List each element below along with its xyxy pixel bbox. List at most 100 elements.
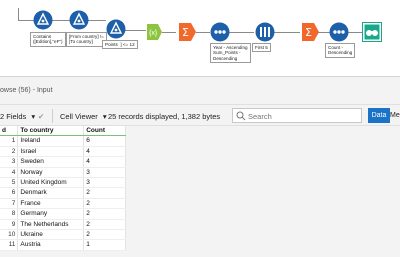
records-info: 25 records displayed, 1,382 bytes [108,112,221,121]
summarize-icon: Σ [179,23,196,41]
row-number: 4 [0,167,19,179]
sample-icon [255,22,275,42]
connection-wire [18,20,34,21]
annotation-sample: First 5 [252,43,271,53]
fields-dropdown[interactable]: 2 Fields ▾ [0,112,35,121]
cell-viewer-dropdown[interactable]: Cell Viewer ▾ [60,112,107,121]
to-country-cell[interactable]: Ukraine [17,229,85,241]
svg-text:{x}: {x} [149,30,158,37]
annotation-filter-3: Points ] <= 12 [102,40,138,50]
search-input[interactable] [248,111,358,121]
sort-icon [329,22,349,42]
annotation-filter-1: Contains ([Edition],"eF") [30,32,66,47]
connection-wire [196,32,210,33]
row-number: 2 [0,146,19,158]
sample-tool[interactable] [255,22,275,42]
to-country-cell[interactable]: The Netherlands [17,219,85,231]
row-number: 3 [0,156,19,168]
connection-wire [88,20,106,21]
count-cell[interactable]: 4 [83,156,126,168]
table-row[interactable]: 6 Denmark 2 [0,187,126,199]
connection-wire [124,30,146,31]
connection-wire [52,20,70,21]
sort-tool-2[interactable] [329,22,349,42]
row-number: 9 [0,219,19,231]
column-header-record[interactable]: d [0,126,19,137]
table-row[interactable]: 4 Norway 3 [0,167,126,179]
summarize-icon: Σ [302,23,319,41]
data-tab[interactable]: Data [368,108,390,123]
formula-icon: {x} [147,24,162,40]
summarize-tool-2[interactable]: Σ [300,22,320,42]
to-country-cell[interactable]: France [17,198,85,210]
to-country-cell[interactable]: Ireland [17,135,85,147]
results-toolbar: 2 Fields ▾ ✔ Cell Viewer ▾ 25 records di… [0,104,400,126]
table-row[interactable]: 8 Germany 2 [0,208,126,220]
connection-wire [228,32,254,33]
to-country-cell[interactable]: Sweden [17,156,85,168]
row-number: 11 [0,239,19,251]
sort-icon [210,22,230,42]
count-cell[interactable]: 2 [83,229,126,241]
table-row[interactable]: 10 Ukraine 2 [0,229,126,241]
count-cell[interactable]: 2 [83,198,126,210]
results-title: owse (56) - Input [0,87,53,94]
chevron-down-icon: ▾ [102,112,107,121]
table-row[interactable]: 5 United Kingdom 3 [0,177,126,189]
to-country-cell[interactable]: Denmark [17,187,85,199]
to-country-cell[interactable]: Germany [17,208,85,220]
app-window: {x} Σ Σ Contains ([Edition],"eF") [From … [0,0,400,257]
workflow-canvas[interactable]: {x} Σ Σ Contains ([Edition],"eF") [From … [0,0,400,76]
connection-wire [18,8,19,20]
check-icon[interactable]: ✔ [38,112,44,121]
metadata-tab[interactable]: Me [390,108,400,123]
search-box[interactable] [232,108,362,123]
to-country-cell[interactable]: Norway [17,167,85,179]
count-cell[interactable]: 2 [83,219,126,231]
table-row[interactable]: 7 France 2 [0,198,126,210]
filter-icon [106,19,126,39]
filter-tool-2[interactable] [69,10,89,30]
row-number: 7 [0,198,19,210]
table-row[interactable]: 11 Austria 1 [0,239,126,251]
count-cell[interactable]: 2 [83,208,126,220]
annotation-sort-1: Year - Ascending Sum_Points - Descending [210,43,251,64]
to-country-cell[interactable]: United Kingdom [17,177,85,189]
filter-icon [69,10,89,30]
count-cell[interactable]: 6 [83,135,126,147]
filter-icon [33,10,53,30]
filter-tool-1[interactable] [33,10,53,30]
table-row[interactable]: 3 Sweden 4 [0,156,126,168]
chevron-down-icon: ▾ [31,112,36,121]
cell-viewer-label: Cell Viewer [60,112,98,121]
table-row[interactable]: 2 Israel 4 [0,146,126,158]
table-row[interactable]: 1 Ireland 6 [0,135,126,147]
toolbar-divider [52,109,53,123]
count-cell[interactable]: 4 [83,146,126,158]
connection-wire [348,32,362,33]
count-cell[interactable]: 3 [83,177,126,189]
svg-text:Σ: Σ [305,26,312,39]
row-number: 6 [0,187,19,199]
connection-wire [162,32,176,33]
summarize-tool-1[interactable]: Σ [177,22,197,42]
count-cell[interactable]: 2 [83,187,126,199]
annotation-filter-2: [From country] != [To country] [66,32,107,47]
sort-tool-1[interactable] [210,22,230,42]
results-table: d To country Count 1 Ireland 6 2 Israel 4 3S… [0,126,126,251]
filter-tool-3[interactable] [106,19,126,39]
column-header-count[interactable]: Count [83,126,126,137]
row-number: 10 [0,229,19,241]
column-header-to-country[interactable]: To country [17,126,85,137]
to-country-cell[interactable]: Israel [17,146,85,158]
browse-tool[interactable] [362,22,382,42]
count-cell[interactable]: 1 [83,239,126,251]
table-header-row: d To country Count [0,126,126,137]
count-cell[interactable]: 3 [83,167,126,179]
row-number: 1 [0,135,19,147]
row-number: 5 [0,177,19,189]
table-row[interactable]: 9 The Netherlands 2 [0,219,126,231]
formula-tool[interactable]: {x} [144,22,164,42]
to-country-cell[interactable]: Austria [17,239,85,251]
fields-label: 2 Fields [0,112,27,121]
